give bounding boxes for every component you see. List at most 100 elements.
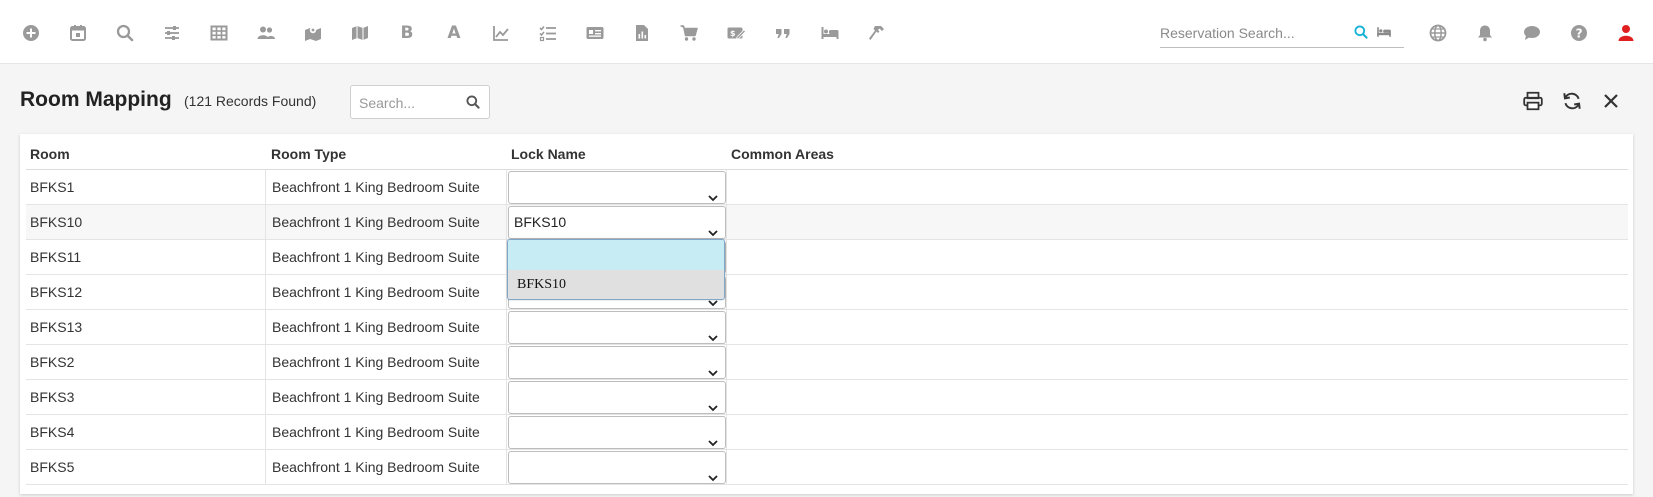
- lock-name-select[interactable]: [508, 416, 726, 449]
- search-icon[interactable]: [112, 20, 138, 46]
- print-button[interactable]: [1520, 88, 1546, 114]
- lock-name-cell: [506, 310, 726, 345]
- room-type-cell: Beachfront 1 King Bedroom Suite: [265, 205, 506, 240]
- close-button[interactable]: [1598, 88, 1624, 114]
- common-areas-cell: [726, 205, 1628, 240]
- help-icon[interactable]: ?: [1566, 20, 1592, 46]
- svg-text:?: ?: [1576, 27, 1583, 41]
- records-count: (121 Records Found): [184, 93, 317, 109]
- lock-name-cell: [506, 450, 726, 485]
- quote-icon[interactable]: [770, 20, 796, 46]
- users-icon[interactable]: [253, 20, 279, 46]
- page-title: Room Mapping: [20, 88, 172, 111]
- column-header-lock-name[interactable]: Lock Name: [511, 146, 586, 162]
- dropdown-option-empty[interactable]: [508, 240, 724, 270]
- lock-name-select[interactable]: [508, 451, 726, 484]
- add-circle-icon[interactable]: [18, 20, 44, 46]
- table-row[interactable]: BFKS2 Beachfront 1 King Bedroom Suite: [26, 345, 1628, 380]
- lock-name-select[interactable]: [508, 171, 726, 204]
- room-cell: BFKS10: [30, 214, 83, 230]
- table-row[interactable]: BFKS4 Beachfront 1 King Bedroom Suite: [26, 415, 1628, 450]
- common-areas-cell: [726, 380, 1628, 415]
- common-areas-cell: [726, 275, 1628, 310]
- map-icon[interactable]: [347, 20, 373, 46]
- room-type-cell: Beachfront 1 King Bedroom Suite: [265, 170, 506, 205]
- bold-icon[interactable]: B: [394, 20, 420, 46]
- table-icon[interactable]: [206, 20, 232, 46]
- table-header: Room Room Type Lock Name Common Areas: [26, 134, 1628, 170]
- lock-name-select[interactable]: [508, 311, 726, 344]
- line-chart-icon[interactable]: [488, 20, 514, 46]
- chevron-down-icon: [707, 462, 719, 497]
- dropdown-option-bfks10[interactable]: BFKS10: [508, 270, 724, 299]
- common-areas-cell: [726, 170, 1628, 205]
- room-type-cell: Beachfront 1 King Bedroom Suite: [265, 275, 506, 310]
- room-cell: BFKS13: [30, 319, 83, 335]
- room-mapping-table: Room Room Type Lock Name Common Areas BF…: [20, 134, 1633, 494]
- cart-icon[interactable]: [676, 20, 702, 46]
- common-areas-cell: [726, 345, 1628, 380]
- grid-search-input[interactable]: [359, 93, 464, 113]
- reservation-search: [1160, 18, 1404, 48]
- lock-name-dropdown-list: BFKS10: [507, 239, 725, 300]
- map-pin-icon[interactable]: [300, 20, 326, 46]
- lock-name-select[interactable]: [508, 346, 726, 379]
- report-icon[interactable]: [629, 20, 655, 46]
- checklist-icon[interactable]: [535, 20, 561, 46]
- room-type-cell: Beachfront 1 King Bedroom Suite: [265, 240, 506, 275]
- refresh-icon: [1563, 92, 1581, 110]
- room-cell: BFKS2: [30, 354, 75, 370]
- pos-icon[interactable]: $: [723, 20, 749, 46]
- sliders-icon[interactable]: [159, 20, 185, 46]
- room-cell: BFKS12: [30, 284, 83, 300]
- lock-name-select[interactable]: BFKS10: [508, 206, 726, 239]
- table-row[interactable]: BFKS5 Beachfront 1 King Bedroom Suite: [26, 450, 1628, 485]
- hammer-icon[interactable]: [864, 20, 890, 46]
- lock-name-select[interactable]: [508, 381, 726, 414]
- svg-text:$: $: [730, 29, 736, 38]
- user-profile-icon[interactable]: [1613, 20, 1639, 46]
- bed-icon[interactable]: [1375, 24, 1393, 45]
- column-header-room-type[interactable]: Room Type: [271, 146, 346, 162]
- lock-name-cell: [506, 380, 726, 415]
- table-row[interactable]: BFKS10 Beachfront 1 King Bedroom Suite B…: [26, 205, 1628, 240]
- top-toolbar: B A $ Reservation Search... ?: [0, 0, 1653, 64]
- font-icon[interactable]: A: [441, 20, 467, 46]
- table-row[interactable]: BFKS11 Beachfront 1 King Bedroom Suite: [26, 240, 1628, 275]
- room-type-cell: Beachfront 1 King Bedroom Suite: [265, 380, 506, 415]
- table-row[interactable]: BFKS1 Beachfront 1 King Bedroom Suite: [26, 170, 1628, 205]
- bell-icon[interactable]: [1472, 20, 1498, 46]
- room-type-cell: Beachfront 1 King Bedroom Suite: [265, 450, 506, 485]
- globe-icon[interactable]: [1425, 20, 1451, 46]
- column-header-common-areas[interactable]: Common Areas: [731, 146, 834, 162]
- room-cell: BFKS1: [30, 179, 75, 195]
- common-areas-cell: [726, 450, 1628, 485]
- column-header-room[interactable]: Room: [30, 146, 70, 162]
- bed-icon[interactable]: [817, 20, 843, 46]
- room-cell: BFKS11: [30, 249, 82, 265]
- room-cell: BFKS5: [30, 459, 75, 475]
- table-row[interactable]: BFKS12 Beachfront 1 King Bedroom Suite: [26, 275, 1628, 310]
- lock-name-cell: BFKS10: [506, 205, 726, 240]
- grid-search: [350, 85, 490, 119]
- search-icon[interactable]: [465, 94, 481, 115]
- id-card-icon[interactable]: [582, 20, 608, 46]
- lock-name-cell: [506, 170, 726, 205]
- lock-name-cell: [506, 345, 726, 380]
- reservation-search-input[interactable]: [1160, 22, 1350, 44]
- search-icon[interactable]: [1353, 24, 1369, 45]
- table-row[interactable]: BFKS13 Beachfront 1 King Bedroom Suite: [26, 310, 1628, 345]
- room-type-cell: Beachfront 1 King Bedroom Suite: [265, 345, 506, 380]
- lock-name-cell: [506, 415, 726, 450]
- room-cell: BFKS4: [30, 424, 75, 440]
- common-areas-cell: [726, 310, 1628, 345]
- table-row[interactable]: BFKS3 Beachfront 1 King Bedroom Suite: [26, 380, 1628, 415]
- close-icon: [1604, 94, 1618, 108]
- common-areas-cell: [726, 240, 1628, 275]
- calendar-icon[interactable]: [65, 20, 91, 46]
- room-type-cell: Beachfront 1 King Bedroom Suite: [265, 310, 506, 345]
- refresh-button[interactable]: [1559, 88, 1585, 114]
- chat-icon[interactable]: [1519, 20, 1545, 46]
- printer-icon: [1523, 91, 1543, 111]
- room-cell: BFKS3: [30, 389, 75, 405]
